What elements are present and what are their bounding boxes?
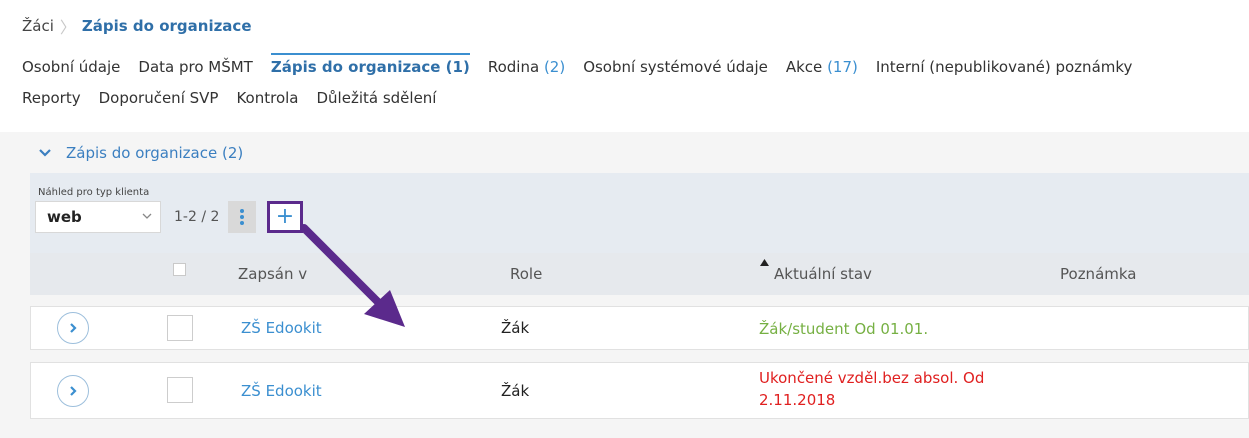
role-cell: Žák bbox=[501, 382, 530, 400]
enrolled-in-link[interactable]: ZŠ Edookit bbox=[241, 319, 322, 337]
tab-label: Data pro MŠMT bbox=[138, 58, 253, 76]
tab-osobni-udaje[interactable]: Osobní údaje bbox=[22, 58, 120, 80]
tab-rodina[interactable]: Rodina (2) bbox=[488, 58, 565, 80]
select-all-checkbox[interactable] bbox=[173, 263, 186, 276]
tab-label: Osobní systémové údaje bbox=[583, 58, 768, 76]
chevron-right-icon bbox=[70, 386, 77, 396]
kebab-menu-icon bbox=[240, 209, 244, 225]
tab-doporuceni-svp[interactable]: Doporučení SVP bbox=[99, 89, 219, 111]
more-actions-button[interactable] bbox=[228, 201, 256, 233]
chevron-down-icon bbox=[142, 213, 152, 219]
expand-row-button[interactable] bbox=[57, 312, 89, 344]
tab-label: Interní (nepublikované) poznámky bbox=[875, 58, 1133, 76]
breadcrumb-root-link[interactable]: Žáci bbox=[22, 17, 54, 35]
expand-row-button[interactable] bbox=[57, 375, 89, 407]
tab-label: Důležitá sdělení bbox=[316, 89, 437, 107]
tab-akce[interactable]: Akce (17) bbox=[786, 58, 858, 80]
tab-row-1: Osobní údaje Data pro MŠMT Zápis do orga… bbox=[22, 53, 1249, 89]
tab-label: Doporučení SVP bbox=[98, 89, 219, 107]
tab-interni-poznamky[interactable]: Interní (nepublikované) poznámky bbox=[876, 58, 1133, 80]
breadcrumb-separator: 〉 bbox=[59, 18, 76, 37]
chevron-down-icon bbox=[39, 149, 51, 157]
column-header-zapsan-v[interactable]: Zapsán v bbox=[238, 265, 307, 283]
sort-ascending-icon bbox=[760, 259, 769, 266]
section-title: Zápis do organizace (2) bbox=[66, 144, 244, 162]
tab-data-pro-msmt[interactable]: Data pro MŠMT bbox=[138, 58, 252, 80]
table-row: ZŠ Edookit Žák Ukončené vzděl.bez absol.… bbox=[30, 362, 1249, 419]
tab-dulezita-sdeleni[interactable]: Důležitá sdělení bbox=[317, 89, 437, 111]
pager: 1-2 / 2 bbox=[174, 209, 220, 225]
column-header-poznamka[interactable]: Poznámka bbox=[1060, 265, 1137, 283]
row-checkbox[interactable] bbox=[167, 315, 193, 341]
tab-label: Osobní údaje bbox=[22, 58, 121, 76]
breadcrumb: Žáci 〉 Zápis do organizace bbox=[22, 14, 252, 38]
state-cell: Ukončené vzděl.bez absol. Od 2.11.2018 bbox=[759, 369, 985, 409]
table-header: Zapsán v Role Aktuální stav Poznámka bbox=[30, 253, 1249, 295]
tab-label: Reporty bbox=[22, 89, 81, 107]
tab-kontrola[interactable]: Kontrola bbox=[236, 89, 298, 111]
view-select-label: Náhled pro typ klienta bbox=[38, 187, 150, 198]
tab-label: Rodina bbox=[487, 58, 540, 76]
table-row: ZŠ Edookit Žák Žák/student Od 01.01. bbox=[30, 306, 1249, 350]
chevron-right-icon bbox=[70, 323, 77, 333]
enrolled-in-link[interactable]: ZŠ Edookit bbox=[241, 382, 322, 400]
add-button[interactable]: + bbox=[267, 201, 303, 233]
tab-count: (17) bbox=[827, 58, 858, 76]
view-select[interactable]: web bbox=[35, 201, 161, 233]
plus-icon: + bbox=[275, 204, 295, 229]
tab-bar: Osobní údaje Data pro MŠMT Zápis do orga… bbox=[22, 53, 1249, 120]
tab-label: Akce bbox=[785, 58, 823, 76]
tab-count: (2) bbox=[543, 58, 566, 76]
tab-label: Kontrola bbox=[236, 89, 299, 107]
column-header-role[interactable]: Role bbox=[510, 265, 542, 283]
tab-osobni-systemove-udaje[interactable]: Osobní systémové údaje bbox=[583, 58, 768, 80]
breadcrumb-current: Zápis do organizace bbox=[81, 17, 252, 35]
state-cell: Žák/student Od 01.01. bbox=[759, 320, 929, 338]
tab-label: Zápis do organizace (1) bbox=[270, 58, 470, 76]
section-toggle[interactable]: Zápis do organizace (2) bbox=[38, 144, 243, 162]
row-checkbox[interactable] bbox=[167, 377, 193, 403]
view-select-value: web bbox=[47, 208, 82, 226]
tab-row-2: Reporty Doporučení SVP Kontrola Důležitá… bbox=[22, 89, 1249, 120]
section-zapis: Zápis do organizace (2) Náhled pro typ k… bbox=[0, 132, 1249, 438]
column-header-aktualni-stav[interactable]: Aktuální stav bbox=[774, 265, 872, 283]
toolbar-panel: Náhled pro typ klienta web 1-2 / 2 + bbox=[30, 173, 1249, 253]
tab-reporty[interactable]: Reporty bbox=[22, 89, 81, 111]
tab-zapis-do-organizace[interactable]: Zápis do organizace (1) bbox=[270, 53, 470, 80]
role-cell: Žák bbox=[501, 319, 530, 337]
